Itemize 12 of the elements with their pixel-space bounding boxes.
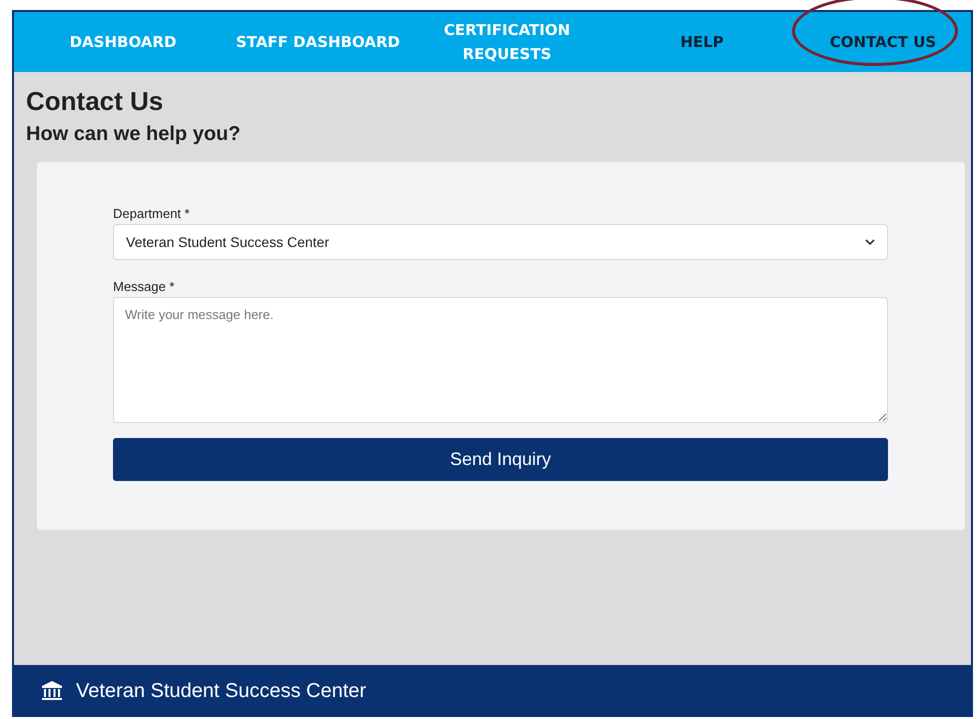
footer-title: Veteran Student Success Center bbox=[76, 680, 366, 702]
page-subtitle: How can we help you? bbox=[26, 123, 242, 146]
nav-link[interactable]: CONTACT US bbox=[820, 26, 946, 58]
field-label: Department * bbox=[113, 206, 191, 221]
bank-icon bbox=[40, 680, 64, 702]
send-inquiry-button[interactable]: Send Inquiry bbox=[113, 438, 888, 481]
page-title: Contact Us bbox=[26, 86, 164, 117]
department-dropdown[interactable]: Veteran Student Success Center bbox=[113, 224, 888, 260]
nav-link[interactable]: HELP bbox=[672, 26, 732, 58]
chevron-down-icon bbox=[865, 238, 875, 246]
field-label: Message * bbox=[113, 279, 176, 294]
message-field[interactable]: Write your message here. bbox=[113, 297, 888, 423]
